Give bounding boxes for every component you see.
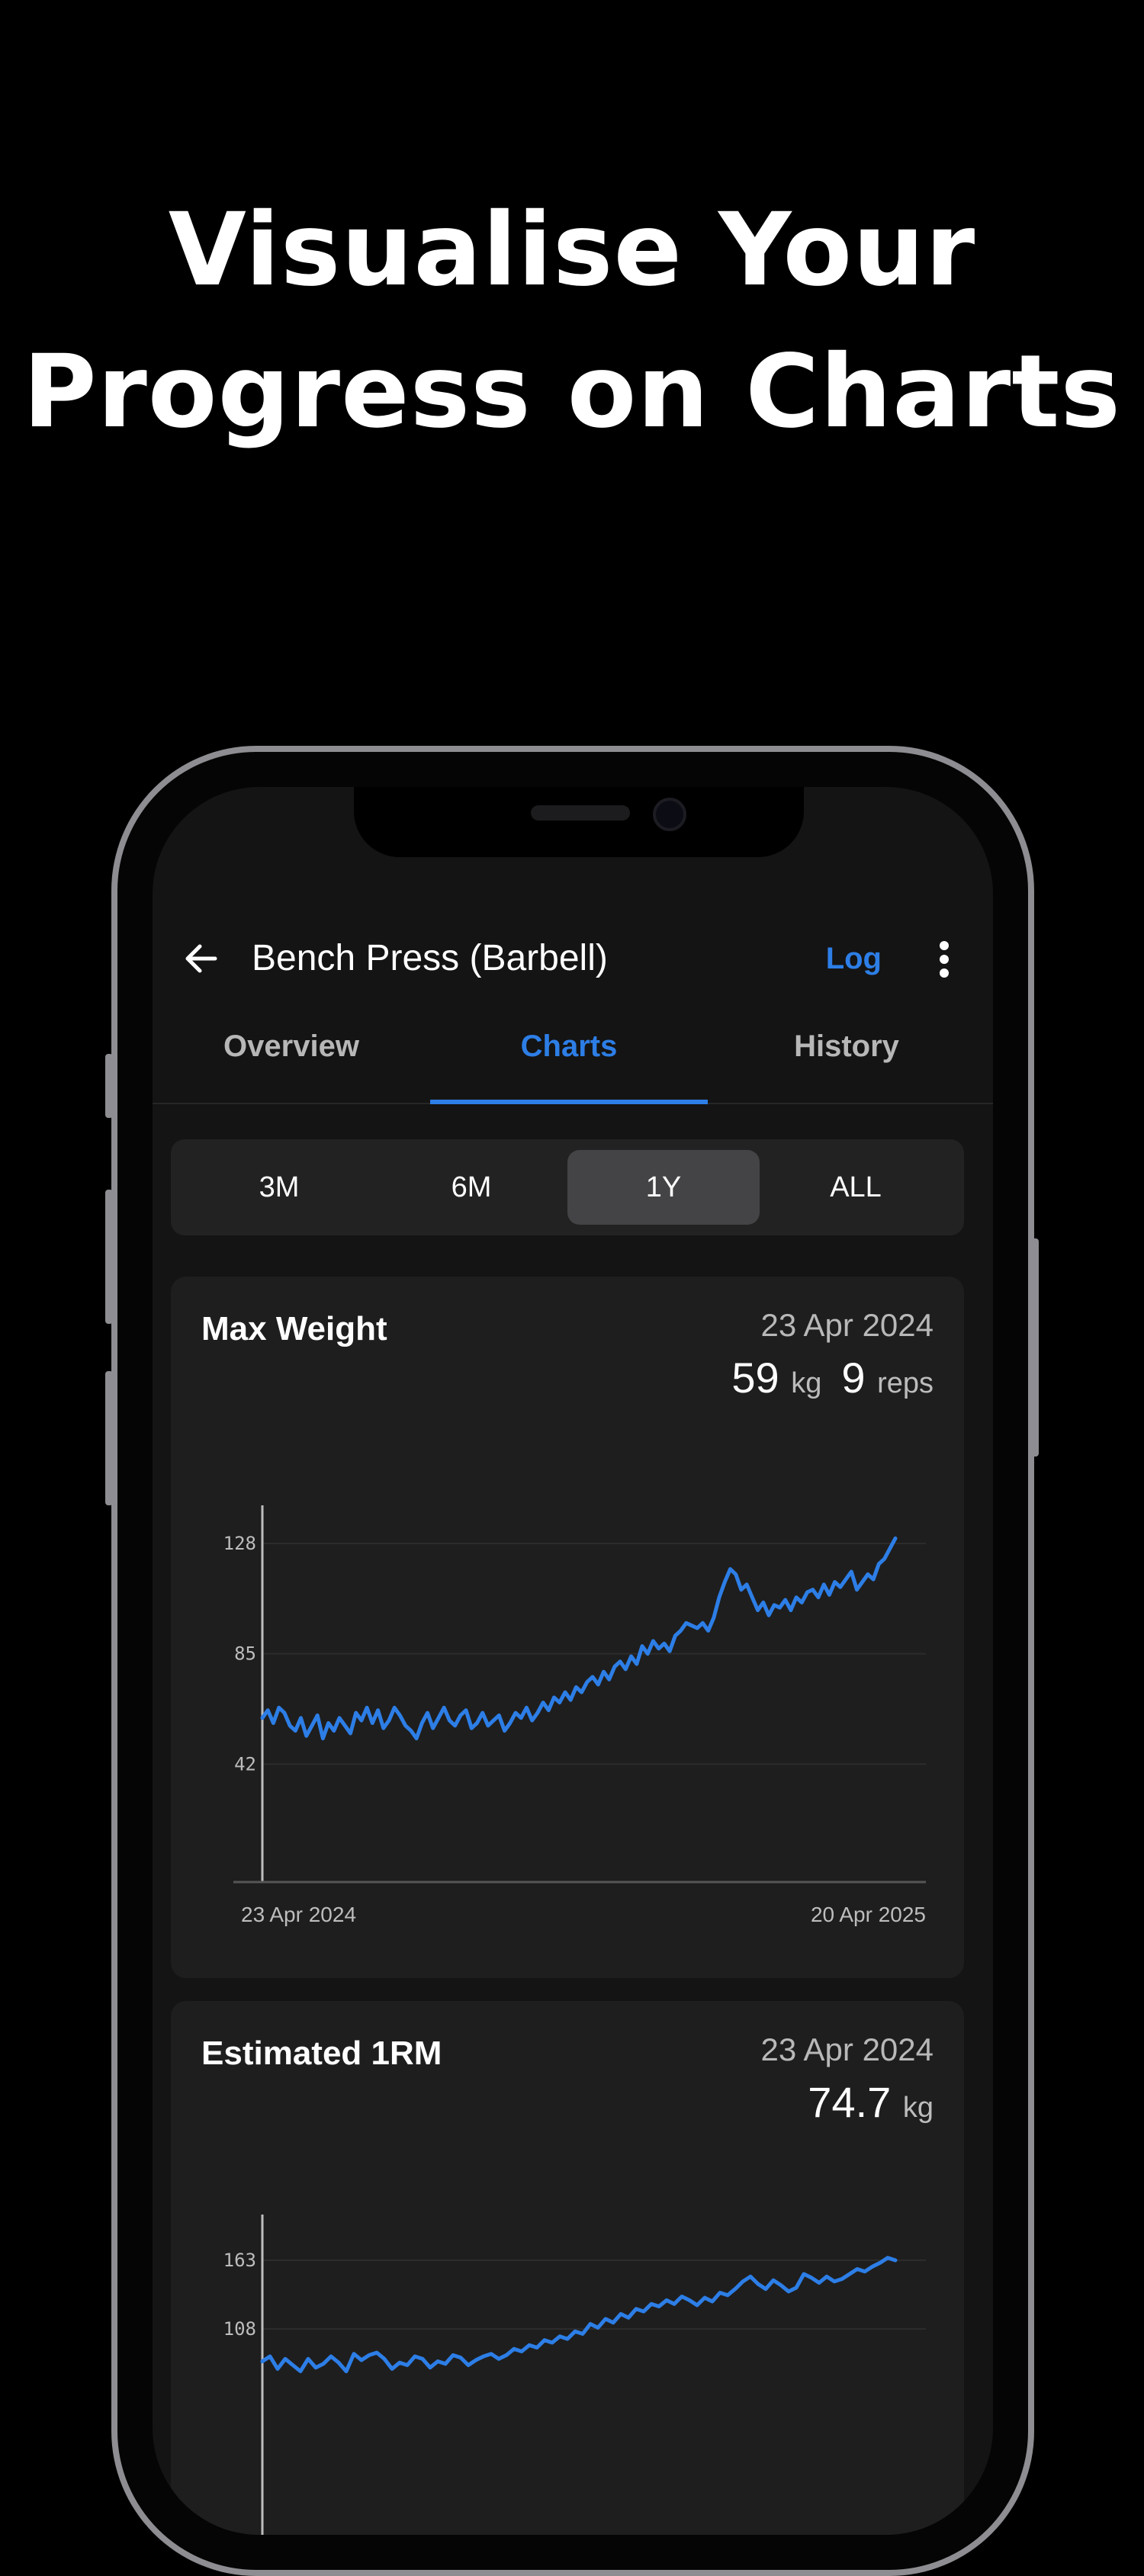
max-weight-card[interactable]: Max Weight 23 Apr 2024 59 kg 9 reps 128 85… [171, 1277, 964, 1978]
app-header: Bench Press (Barbell) Log [153, 924, 993, 993]
series-line [260, 1536, 898, 1741]
x-start-label: 23 Apr 2024 [241, 1903, 356, 1926]
notch [354, 787, 804, 857]
front-camera [653, 798, 686, 831]
range-1y-button[interactable]: 1Y [567, 1150, 760, 1225]
arrow-left-icon[interactable] [183, 941, 218, 976]
headline-line-1: Visualise Your [168, 191, 976, 309]
weight-value: 59 [731, 1354, 779, 1402]
card-value: 59 kg 9 reps [731, 1353, 934, 1402]
log-button[interactable]: Log [826, 936, 882, 981]
tab-history[interactable]: History [708, 1016, 985, 1103]
y-tick-label: 85 [234, 1643, 256, 1665]
reps-unit: reps [877, 1367, 934, 1399]
card-title: Max Weight [201, 1310, 387, 1347]
card-title: Estimated 1RM [201, 2035, 442, 2072]
tab-bar: Overview Charts History [153, 1016, 993, 1104]
headline: Visualise Your Progress on Charts [0, 179, 1144, 463]
exercise-title: Bench Press (Barbell) [252, 938, 608, 978]
y-tick-label: 108 [223, 2318, 256, 2340]
earpiece-speaker [531, 805, 630, 821]
phone-frame: Bench Press (Barbell) Log Overview Chart… [111, 746, 1034, 2576]
series-line [260, 2256, 898, 2374]
reps-value: 9 [841, 1354, 866, 1402]
phone-bezel: Bench Press (Barbell) Log Overview Chart… [117, 752, 1028, 2570]
range-selector: 3M 6M 1Y ALL [171, 1139, 964, 1235]
1rm-unit: kg [902, 2092, 934, 2124]
max-weight-chart[interactable]: 128 85 42 23 Apr 2024 20 Apr 2025 [171, 1437, 964, 1940]
1rm-value: 74.7 [808, 2078, 892, 2126]
range-6m-button[interactable]: 6M [375, 1150, 567, 1225]
range-all-button[interactable]: ALL [760, 1150, 952, 1225]
headline-line-2: Progress on Charts [22, 333, 1122, 451]
card-date: 23 Apr 2024 [760, 1307, 934, 1343]
card-value: 74.7 kg [808, 2077, 934, 2127]
range-3m-button[interactable]: 3M [183, 1150, 375, 1225]
y-tick-label: 128 [223, 1533, 256, 1554]
y-tick-label: 163 [223, 2250, 256, 2271]
estimated-1rm-chart[interactable]: 163 108 [171, 2161, 964, 2535]
y-tick-label: 42 [234, 1753, 256, 1775]
x-end-label: 20 Apr 2025 [811, 1903, 926, 1926]
more-vertical-icon[interactable] [940, 941, 950, 978]
tab-overview[interactable]: Overview [153, 1016, 430, 1103]
weight-unit: kg [791, 1367, 822, 1399]
tab-active-indicator [430, 1100, 708, 1104]
phone-screen: Bench Press (Barbell) Log Overview Chart… [153, 787, 993, 2535]
tab-charts[interactable]: Charts [430, 1016, 708, 1103]
card-date: 23 Apr 2024 [760, 2032, 934, 2067]
estimated-1rm-card[interactable]: Estimated 1RM 23 Apr 2024 74.7 kg 163 108 [171, 2001, 964, 2535]
